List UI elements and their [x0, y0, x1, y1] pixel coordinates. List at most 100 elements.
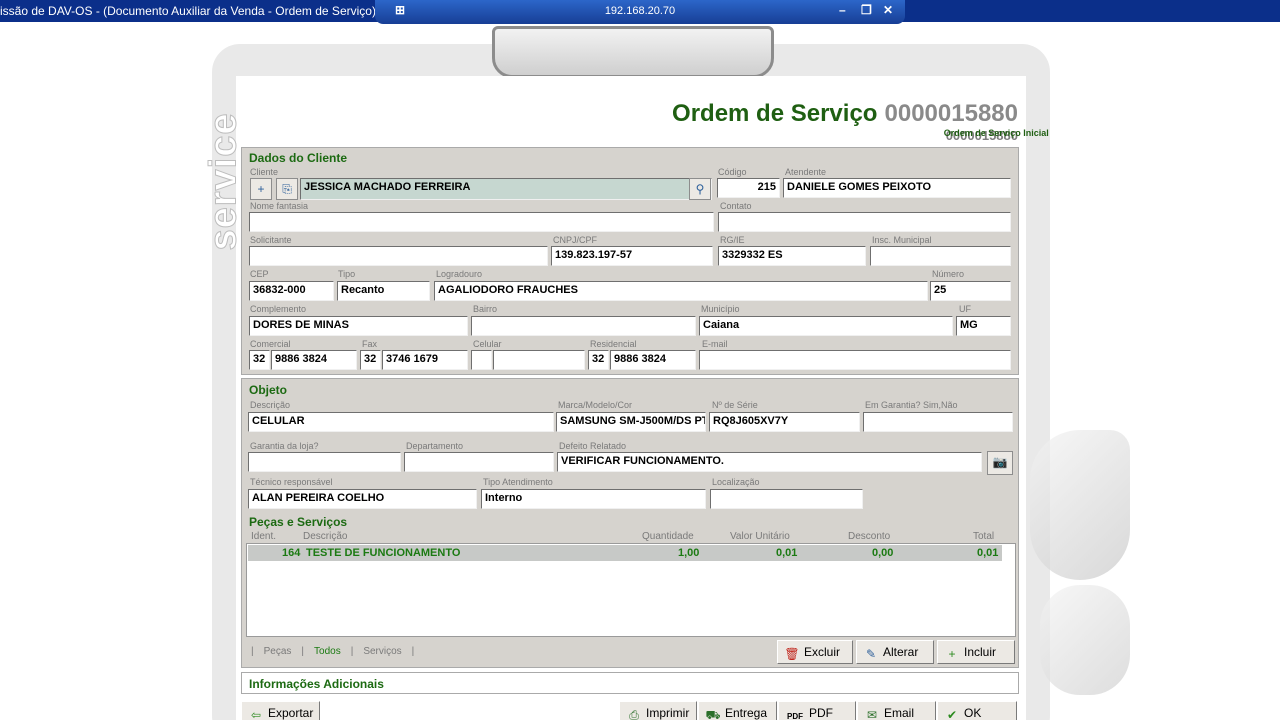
garantia-field[interactable]	[863, 412, 1013, 432]
tipo-atendimento-field[interactable]: Interno	[481, 489, 706, 509]
marca-label: Marca/Modelo/Cor	[558, 400, 633, 410]
fax-field[interactable]: 3746 1679	[382, 350, 468, 370]
complemento-label: Complemento	[250, 304, 307, 314]
defeito-label: Defeito Relatado	[559, 441, 627, 451]
pdf-button[interactable]: PDF PDF	[778, 701, 856, 720]
serie-field[interactable]: RQ8J605XV7Y	[709, 412, 860, 432]
celular-ddd-field[interactable]	[471, 350, 492, 370]
rg-field[interactable]: 3329332 ES	[718, 246, 866, 266]
codigo-field[interactable]: 215	[717, 178, 780, 198]
excluir-label: Excluir	[804, 645, 841, 659]
row-valor: 0,01	[776, 547, 798, 559]
complemento-field[interactable]: DORES DE MINAS	[249, 316, 468, 336]
localizacao-label: Localização	[712, 477, 760, 487]
localizacao-field[interactable]	[710, 489, 863, 509]
nome-fantasia-field[interactable]	[249, 212, 714, 232]
col-quantidade: Quantidade	[642, 531, 694, 542]
tecnico-label: Técnico responsável	[250, 477, 333, 487]
export-icon: ⇦	[250, 708, 262, 720]
logradouro-field[interactable]: AGALIODORO FRAUCHES	[434, 281, 928, 301]
window-title: issão de DAV-OS - (Documento Auxiliar da…	[0, 4, 376, 18]
descricao-label: Descrição	[250, 400, 291, 410]
clipboard-clip	[492, 26, 774, 78]
alterar-button[interactable]: ✎ Alterar	[856, 640, 934, 664]
solicitante-label: Solicitante	[250, 235, 292, 245]
descricao-field[interactable]: CELULAR	[248, 412, 554, 432]
minimize-icon[interactable]: –	[839, 3, 846, 17]
cep-field[interactable]: 36832-000	[249, 281, 334, 301]
row-desconto: 0,00	[872, 547, 894, 559]
municipio-label: Município	[701, 304, 740, 314]
pecas-grid[interactable]: 164 TESTE DE FUNCIONAMENTO 1,00 0,01 0,0…	[246, 543, 1016, 637]
cliente-label: Cliente	[250, 167, 279, 177]
tipo-atendimento-label: Tipo Atendimento	[483, 477, 553, 487]
departamento-label: Departamento	[406, 441, 464, 451]
numero-label: Número	[932, 269, 965, 279]
ok-label: OK	[964, 706, 982, 720]
bairro-field[interactable]	[471, 316, 696, 336]
insc-municipal-field[interactable]	[870, 246, 1011, 266]
email-button[interactable]: ✉ Email	[857, 701, 936, 720]
contato-field[interactable]	[718, 212, 1011, 232]
comercial-label: Comercial	[250, 339, 291, 349]
departamento-field[interactable]	[404, 452, 554, 472]
fax-ddd-field[interactable]: 32	[360, 350, 381, 370]
os-subtitle: Ordem de Serviço Inicial 0000015880	[944, 128, 1049, 143]
close-icon[interactable]: ✕	[883, 3, 893, 17]
imprimir-button[interactable]: ⎙ Imprimir	[619, 701, 697, 720]
entrega-button[interactable]: ⛟ Entrega	[698, 701, 777, 720]
new-client-icon[interactable]: +	[250, 178, 272, 200]
tab-pecas[interactable]: Peças	[264, 646, 292, 657]
exportar-button[interactable]: ⇦ Exportar	[241, 701, 320, 720]
remote-session-bar: ⊞ 192.168.20.70 – ❐ ✕	[375, 0, 905, 24]
ok-button[interactable]: ✔ OK	[937, 701, 1017, 720]
contato-label: Contato	[720, 201, 752, 211]
comercial-ddd-field[interactable]: 32	[249, 350, 270, 370]
tab-servicos[interactable]: Serviços	[363, 646, 401, 657]
restore-icon[interactable]: ❐	[861, 3, 872, 17]
os-initial-label: Ordem de Serviço Inicial	[943, 128, 1049, 138]
row-ident: 164	[282, 547, 301, 559]
comercial-field[interactable]: 9886 3824	[271, 350, 357, 370]
envelope-icon: ✉	[866, 708, 878, 720]
email-label: E-mail	[702, 339, 728, 349]
marca-field[interactable]: SAMSUNG SM-J500M/DS PT	[556, 412, 706, 432]
garantia-label: Em Garantia? Sim,Não	[865, 400, 958, 410]
remote-host: 192.168.20.70	[604, 5, 676, 17]
solicitante-field[interactable]	[249, 246, 548, 266]
numero-field[interactable]: 25	[930, 281, 1011, 301]
col-valor-unitario: Valor Unitário	[730, 531, 790, 542]
residencial-field[interactable]: 9886 3824	[610, 350, 696, 370]
cnpj-label: CNPJ/CPF	[553, 235, 598, 245]
info-adicionais-title: Informações Adicionais	[249, 677, 384, 691]
email-label: Email	[884, 706, 915, 720]
row-quantidade: 1,00	[678, 547, 700, 559]
trash-icon: 🗑	[784, 647, 800, 661]
municipio-field[interactable]: Caiana	[699, 316, 953, 336]
uf-field[interactable]: MG	[956, 316, 1011, 336]
incluir-button[interactable]: + Incluir	[937, 640, 1015, 664]
tipo-field[interactable]: Recanto	[337, 281, 430, 301]
table-row[interactable]: 164 TESTE DE FUNCIONAMENTO 1,00 0,01 0,0…	[248, 545, 1002, 561]
defeito-field[interactable]: VERIFICAR FUNCIONAMENTO.	[557, 452, 982, 472]
camera-icon[interactable]: 📷	[987, 451, 1013, 475]
cnpj-field[interactable]: 139.823.197-57	[551, 246, 713, 266]
tecnico-field[interactable]: ALAN PEREIRA COELHO	[248, 489, 477, 509]
residencial-ddd-field[interactable]: 32	[588, 350, 609, 370]
garantia-loja-field[interactable]	[248, 452, 401, 472]
search-icon[interactable]: ⚲	[689, 178, 711, 200]
celular-label: Celular	[473, 339, 502, 349]
tab-todos[interactable]: Todos	[314, 646, 341, 657]
page-title: Ordem de Serviço 0000015880	[672, 100, 1018, 128]
codigo-label: Código	[718, 167, 747, 177]
excluir-button[interactable]: 🗑 Excluir	[777, 640, 853, 664]
incluir-label: Incluir	[964, 645, 997, 659]
nome-fantasia-label: Nome fantasia	[250, 201, 309, 211]
cliente-input[interactable]: JESSICA MACHADO FERREIRA	[300, 178, 712, 200]
atendente-field[interactable]: DANIELE GOMES PEIXOTO	[783, 178, 1011, 198]
nut-icon	[1040, 585, 1130, 695]
edit-document-icon: ✎	[865, 647, 877, 661]
email-field[interactable]	[699, 350, 1011, 370]
celular-field[interactable]	[493, 350, 585, 370]
copy-client-icon[interactable]: ⎘	[276, 178, 298, 200]
